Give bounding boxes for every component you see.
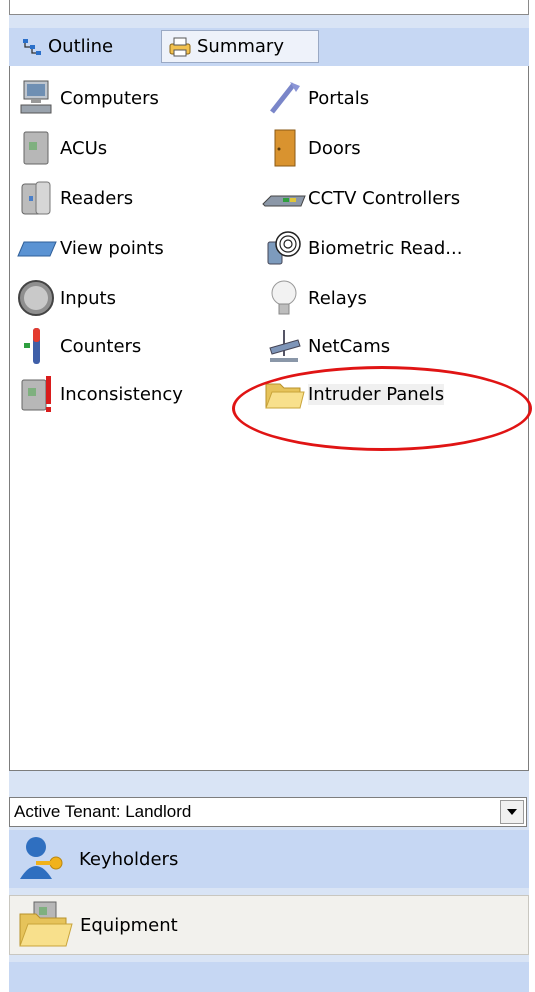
- item-label: Inputs: [60, 287, 116, 309]
- item-label: Readers: [60, 187, 134, 209]
- item-label: Relays: [308, 287, 367, 309]
- top-strip: [9, 0, 529, 15]
- list-item-readers[interactable]: Readers: [12, 176, 133, 220]
- list-item-doors[interactable]: Doors: [260, 126, 361, 170]
- computer-icon: [20, 80, 52, 114]
- inconsistency-icon: [21, 376, 51, 412]
- list-item-counters[interactable]: Counters: [12, 324, 141, 368]
- item-label: NetCams: [308, 335, 391, 357]
- item-label: Counters: [60, 335, 142, 357]
- nav-keyholders-label: Keyholders: [79, 848, 179, 870]
- fingerprint-reader-icon: [267, 231, 301, 265]
- tab-outline[interactable]: Outline: [15, 30, 157, 63]
- tab-strip: Outline Summary: [9, 28, 529, 66]
- item-label: Portals: [308, 87, 370, 109]
- folder-icon: [265, 383, 305, 409]
- list-item-viewpoints[interactable]: View points: [12, 226, 164, 270]
- item-label: Computers: [60, 87, 159, 109]
- card-reader-icon: [21, 181, 51, 215]
- nav-equipment-label: Equipment: [80, 914, 178, 936]
- tab-summary[interactable]: Summary: [161, 30, 319, 63]
- printer-icon: [169, 37, 191, 56]
- item-label: Doors: [308, 137, 361, 159]
- item-label: Inconsistency: [60, 383, 183, 405]
- list-item-computers[interactable]: Computers: [12, 76, 159, 120]
- active-tenant-select[interactable]: Active Tenant: Landlord: [9, 797, 527, 827]
- light-bulb-icon: [271, 280, 297, 315]
- list-item-cctv[interactable]: CCTV Controllers: [260, 176, 460, 220]
- netcam-icon: [269, 330, 301, 362]
- outline-tree-icon: [23, 38, 41, 55]
- dropdown-button[interactable]: [500, 800, 524, 824]
- list-item-acus[interactable]: ACUs: [12, 126, 107, 170]
- portal-icon: [270, 82, 300, 114]
- tab-outline-label: Outline: [48, 36, 114, 57]
- nav-keyholders-button[interactable]: Keyholders: [9, 830, 529, 888]
- list-item-intruder-panels[interactable]: Intruder Panels: [260, 372, 445, 416]
- door-icon: [274, 129, 296, 167]
- list-item-biometric[interactable]: Biometric Read...: [260, 226, 462, 270]
- item-label: View points: [60, 237, 164, 259]
- item-label: Intruder Panels: [308, 383, 445, 405]
- view-point-icon: [17, 241, 57, 257]
- keyholder-icon: [20, 837, 63, 879]
- item-label: CCTV Controllers: [308, 187, 461, 209]
- item-label: ACUs: [60, 137, 108, 159]
- acu-icon: [23, 131, 49, 165]
- list-item-inconsistency[interactable]: Inconsistency: [12, 372, 183, 416]
- active-tenant-label: Active Tenant: Landlord: [14, 802, 192, 821]
- bottom-strip: [9, 962, 529, 992]
- side-panel: Outline Summary Computers ACUs Readers V…: [9, 0, 532, 992]
- nav-equipment-button[interactable]: Equipment: [9, 895, 529, 955]
- list-item-netcams[interactable]: NetCams: [260, 324, 390, 368]
- list-item-relays[interactable]: Relays: [260, 276, 367, 320]
- item-label: Biometric Read...: [308, 237, 463, 259]
- tab-summary-label: Summary: [197, 36, 284, 57]
- chevron-down-icon: [507, 809, 517, 815]
- equipment-folder-icon: [19, 901, 73, 947]
- list-item-portals[interactable]: Portals: [260, 76, 369, 120]
- cctv-controller-icon: [262, 195, 306, 207]
- input-icon: [18, 280, 54, 316]
- list-item-inputs[interactable]: Inputs: [12, 276, 116, 320]
- equipment-list-panel: Computers ACUs Readers View points Input…: [9, 66, 532, 771]
- counter-icon: [24, 328, 40, 364]
